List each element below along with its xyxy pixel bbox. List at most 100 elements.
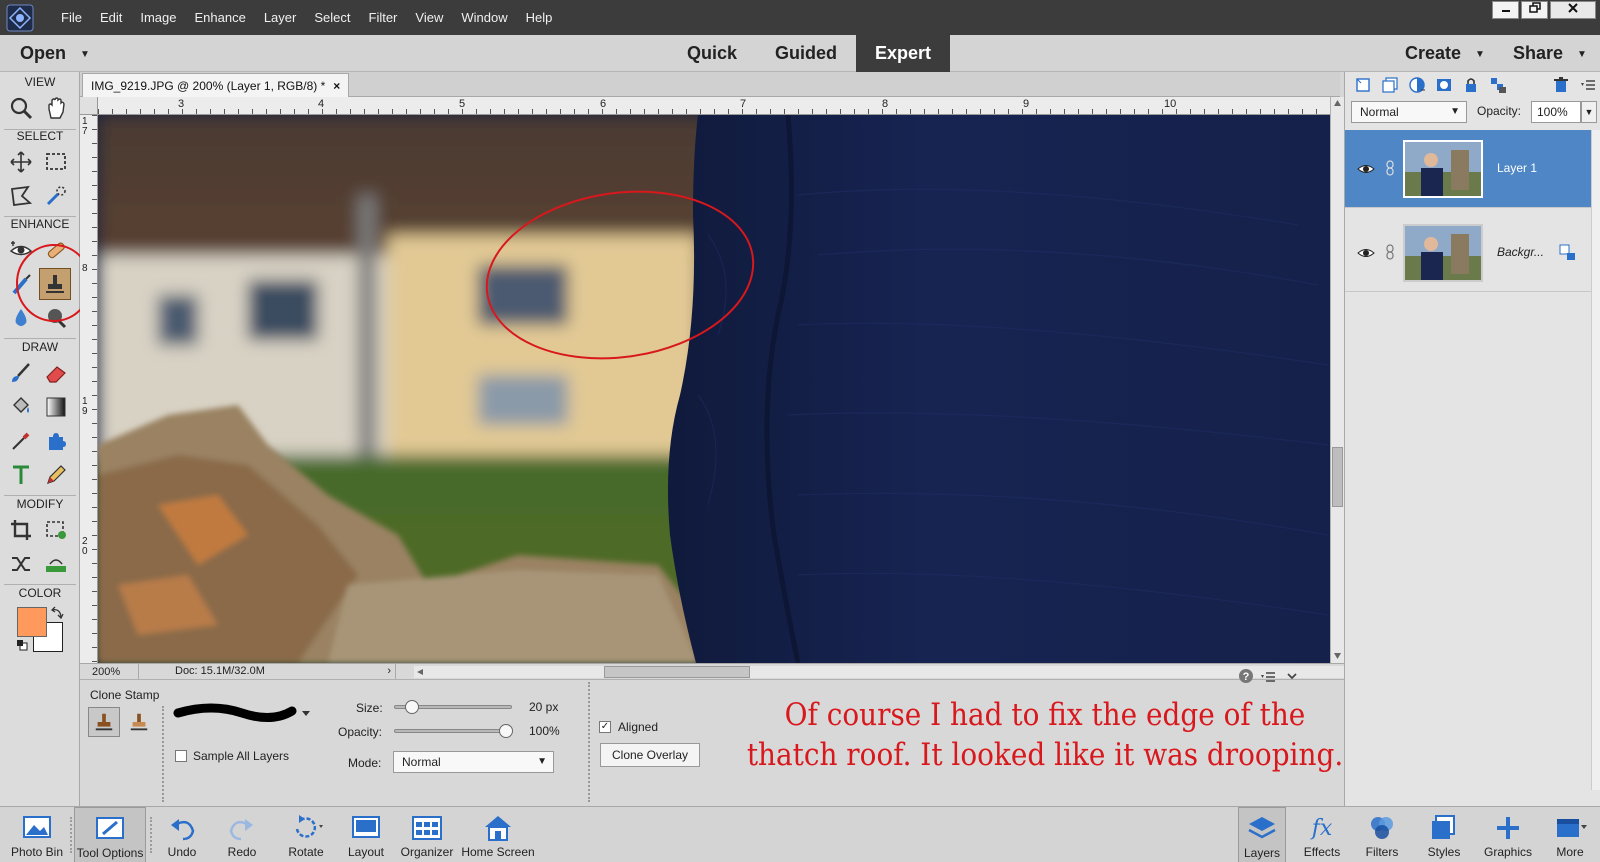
menu-window[interactable]: Window [452, 0, 516, 35]
tab-guided[interactable]: Guided [756, 35, 856, 72]
lasso-tool[interactable] [5, 180, 37, 212]
menu-select[interactable]: Select [305, 0, 359, 35]
document-tab[interactable]: IMG_9219.JPG @ 200% (Layer 1, RGB/8) * × [82, 73, 350, 97]
chevron-down-icon[interactable]: ▼ [1581, 101, 1597, 123]
chevron-right-icon[interactable]: › [387, 664, 391, 679]
zoom-tool[interactable] [5, 92, 37, 124]
straighten-tool[interactable] [40, 548, 72, 580]
help-icon[interactable]: ? [1238, 668, 1254, 684]
menu-filter[interactable]: Filter [360, 0, 407, 35]
menu-image[interactable]: Image [131, 0, 185, 35]
recompose-tool[interactable] [40, 514, 72, 546]
redo-button[interactable]: Redo [216, 807, 268, 862]
quick-selection-tool[interactable] [40, 180, 72, 212]
menu-view[interactable]: View [406, 0, 452, 35]
trash-icon[interactable] [1551, 75, 1571, 95]
size-slider[interactable] [394, 700, 512, 714]
canvas-vertical-scroll-thumb[interactable] [1332, 447, 1343, 507]
menu-enhance[interactable]: Enhance [186, 0, 255, 35]
layers-button[interactable]: Layers [1238, 807, 1286, 862]
swap-colors-icon[interactable] [50, 606, 64, 620]
size-slider-knob[interactable] [405, 700, 420, 714]
layers-panel-scrollbar[interactable] [1591, 130, 1600, 790]
filters-button[interactable]: Filters [1356, 807, 1408, 862]
scroll-left-icon[interactable] [416, 668, 424, 676]
minimize-button[interactable] [1492, 1, 1519, 19]
paint-bucket-tool[interactable] [5, 391, 37, 423]
layout-button[interactable]: Layout [340, 807, 392, 862]
aligned-checkbox[interactable]: ✓ [599, 721, 611, 733]
app-logo-icon[interactable] [6, 4, 34, 32]
menu-file[interactable]: File [52, 0, 91, 35]
layer-opacity-field[interactable]: 100% [1531, 101, 1581, 123]
styles-button[interactable]: Styles [1418, 807, 1470, 862]
scroll-up-icon[interactable] [1333, 99, 1342, 107]
clone-stamp-mode-button[interactable] [88, 707, 120, 737]
rotate-button[interactable]: Rotate [276, 807, 336, 862]
mode-select[interactable]: Normal ▼ [393, 751, 554, 773]
lock-icon[interactable] [1461, 75, 1481, 95]
organizer-button[interactable]: Organizer [394, 807, 460, 862]
tool-options-button[interactable]: Tool Options [74, 807, 146, 862]
hand-tool[interactable] [40, 92, 72, 124]
brush-preview[interactable] [172, 699, 312, 725]
pencil-tool[interactable] [40, 459, 72, 491]
pattern-stamp-mode-button[interactable] [124, 707, 154, 737]
layer-row-background[interactable]: Backgr... [1345, 214, 1591, 292]
blend-mode-select[interactable]: Normal ▼ [1351, 101, 1467, 123]
content-aware-move-tool[interactable] [5, 548, 37, 580]
custom-shape-tool[interactable] [40, 425, 72, 457]
clone-overlay-button[interactable]: Clone Overlay [600, 743, 700, 767]
photo-bin-button[interactable]: Photo Bin [4, 807, 70, 862]
layer-mask-icon[interactable] [1434, 75, 1454, 95]
marquee-tool[interactable] [40, 146, 72, 178]
default-colors-icon[interactable] [16, 639, 28, 651]
panel-menu-icon[interactable] [1260, 670, 1276, 684]
canvas-horizontal-scrollbar[interactable] [414, 666, 1404, 678]
lock-transparent-icon[interactable] [1488, 75, 1508, 95]
create-button[interactable]: Create ▼ [1405, 35, 1485, 72]
image-canvas[interactable] [98, 115, 1330, 663]
panel-menu-icon[interactable] [1578, 75, 1598, 95]
foreground-color-swatch[interactable] [17, 607, 47, 637]
menu-edit[interactable]: Edit [91, 0, 131, 35]
effects-button[interactable]: fx Effects [1296, 807, 1348, 862]
gradient-tool[interactable] [40, 391, 72, 423]
close-button[interactable] [1550, 1, 1596, 19]
open-button[interactable]: Open ▼ [20, 35, 90, 72]
crop-tool[interactable] [5, 514, 37, 546]
layer-row-layer-1[interactable]: Layer 1 [1345, 130, 1591, 208]
home-screen-button[interactable]: Home Screen [460, 807, 536, 862]
opacity-slider-knob[interactable] [499, 724, 513, 738]
more-button[interactable]: More [1544, 807, 1596, 862]
eyedropper-tool[interactable] [5, 425, 37, 457]
link-icon[interactable] [1385, 244, 1395, 260]
canvas-horizontal-scroll-thumb[interactable] [604, 666, 750, 678]
size-value[interactable]: 20 px [529, 700, 558, 714]
eraser-tool[interactable] [40, 357, 72, 389]
opacity-slider[interactable] [394, 724, 513, 738]
new-group-icon[interactable] [1380, 75, 1400, 95]
undo-button[interactable]: Undo [156, 807, 208, 862]
menu-help[interactable]: Help [517, 0, 562, 35]
link-icon[interactable] [1385, 160, 1395, 176]
canvas-vertical-scrollbar[interactable] [1330, 97, 1344, 663]
tab-quick[interactable]: Quick [668, 35, 756, 72]
close-tab-icon[interactable]: × [333, 79, 340, 93]
graphics-button[interactable]: Graphics [1478, 807, 1538, 862]
menu-layer[interactable]: Layer [255, 0, 306, 35]
opacity-value[interactable]: 100% [529, 724, 560, 738]
background-lock-icon[interactable] [1559, 244, 1577, 262]
type-tool[interactable] [5, 459, 37, 491]
eye-icon[interactable] [1357, 160, 1375, 178]
zoom-level-field[interactable]: 200% [82, 665, 136, 679]
adjustment-layer-icon[interactable] [1407, 75, 1427, 95]
sample-all-layers-checkbox[interactable] [175, 750, 187, 762]
scroll-down-icon[interactable] [1333, 652, 1342, 660]
document-info[interactable]: Doc: 15.1M/32.0M › [138, 664, 396, 680]
brush-tool[interactable] [5, 357, 37, 389]
share-button[interactable]: Share ▼ [1513, 35, 1587, 72]
new-layer-icon[interactable] [1353, 75, 1373, 95]
restore-button[interactable] [1521, 1, 1548, 19]
eye-icon[interactable] [1357, 244, 1375, 262]
